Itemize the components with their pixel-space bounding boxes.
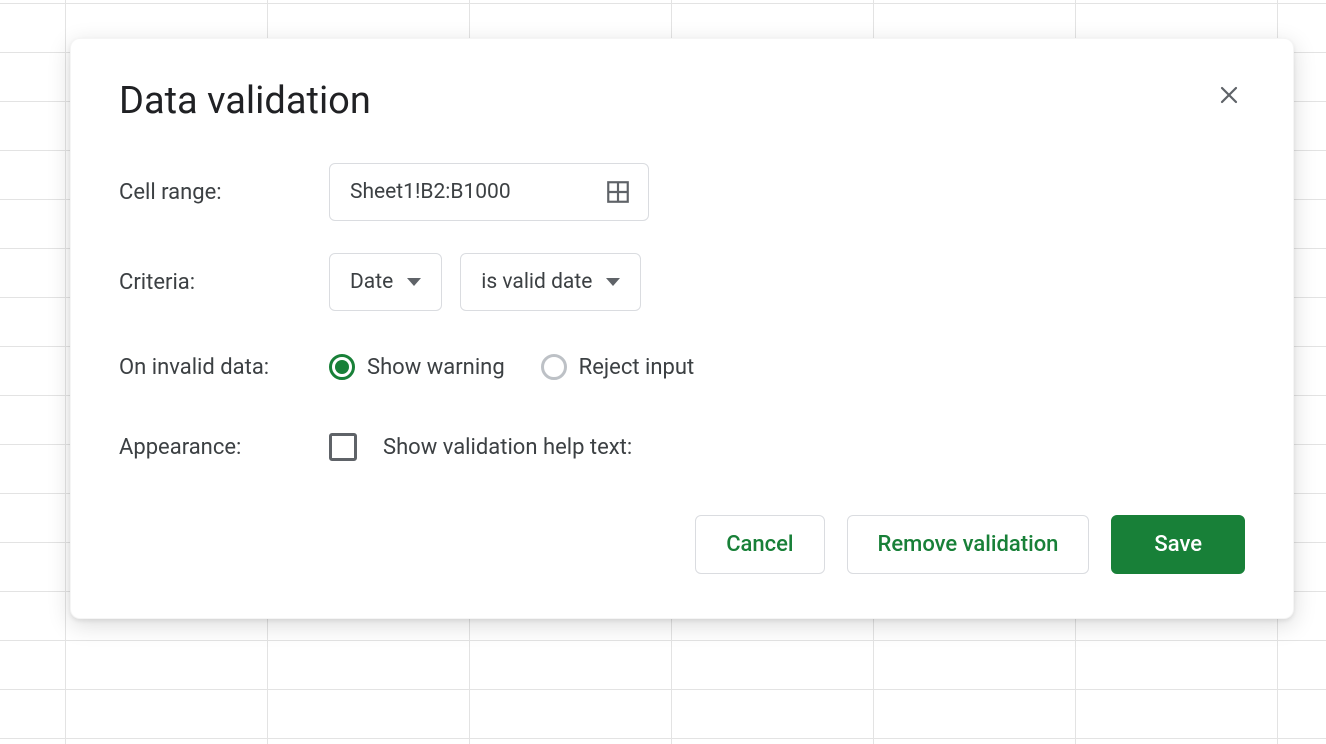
data-validation-dialog: Data validation Cell range:: [70, 38, 1294, 619]
on-invalid-radio-group: Show warning Reject input: [329, 354, 694, 380]
chevron-down-icon: [606, 278, 620, 286]
chevron-down-icon: [407, 278, 421, 286]
cell-range-input-wrap: [329, 163, 649, 221]
cancel-button[interactable]: Cancel: [695, 515, 824, 574]
radio-reject-input[interactable]: Reject input: [541, 354, 695, 380]
close-icon: [1217, 83, 1241, 110]
cell-range-input[interactable]: [329, 163, 649, 221]
cell-range-label: Cell range:: [119, 180, 329, 205]
radio-show-warning-label: Show warning: [367, 355, 505, 380]
dialog-button-row: Cancel Remove validation Save: [119, 515, 1245, 574]
checkbox-icon: [329, 433, 357, 461]
dialog-title: Data validation: [119, 79, 371, 123]
criteria-condition-value: is valid date: [481, 270, 592, 294]
radio-icon: [541, 354, 567, 380]
criteria-label: Criteria:: [119, 270, 329, 295]
criteria-type-value: Date: [350, 270, 393, 294]
cell-range-row: Cell range:: [119, 163, 1245, 221]
save-button[interactable]: Save: [1111, 515, 1245, 574]
criteria-group: Date is valid date: [329, 253, 641, 311]
criteria-type-dropdown[interactable]: Date: [329, 253, 442, 311]
on-invalid-label: On invalid data:: [119, 355, 329, 380]
criteria-condition-dropdown[interactable]: is valid date: [460, 253, 641, 311]
appearance-row: Appearance: Show validation help text:: [119, 423, 1245, 471]
dialog-backdrop: Data validation Cell range:: [0, 0, 1326, 744]
close-button[interactable]: [1213, 79, 1245, 114]
remove-validation-button[interactable]: Remove validation: [847, 515, 1090, 574]
appearance-checkbox-label: Show validation help text:: [383, 435, 632, 460]
dialog-header: Data validation: [119, 79, 1245, 123]
appearance-checkbox[interactable]: Show validation help text:: [329, 433, 632, 461]
radio-show-warning[interactable]: Show warning: [329, 354, 505, 380]
appearance-label: Appearance:: [119, 435, 329, 460]
radio-reject-input-label: Reject input: [579, 355, 695, 380]
radio-icon: [329, 354, 355, 380]
on-invalid-row: On invalid data: Show warning Reject inp…: [119, 343, 1245, 391]
criteria-row: Criteria: Date is valid date: [119, 253, 1245, 311]
grid-select-icon[interactable]: [605, 179, 631, 205]
